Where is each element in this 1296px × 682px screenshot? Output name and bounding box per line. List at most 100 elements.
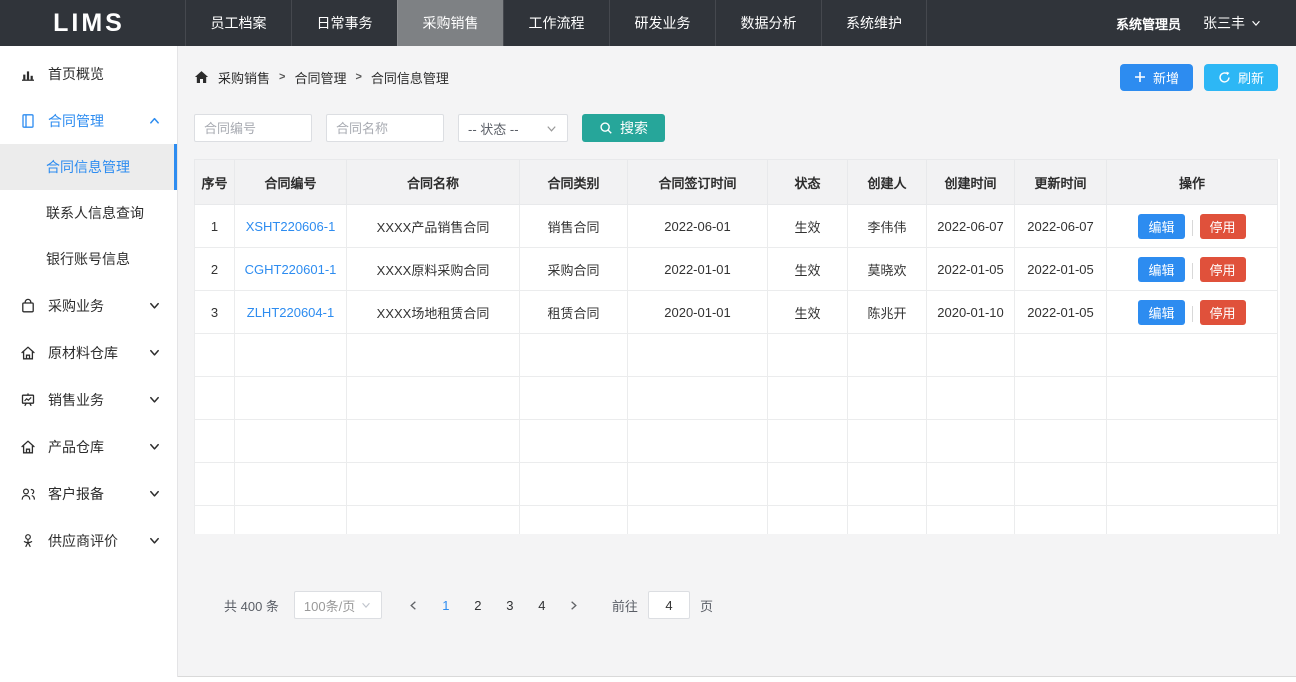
sidebar-item-3[interactable]: 采购业务 [0,282,177,329]
search-button-label: 搜索 [620,118,648,138]
table-header-row: 序号合同编号合同名称合同类别合同签订时间状态创建人创建时间更新时间操作 [195,160,1278,205]
disable-button[interactable]: 停用 [1200,300,1246,325]
cell-actions: 编辑停用 [1107,248,1278,291]
cell-created: 2020-01-10 [927,291,1015,334]
add-button[interactable]: 新增 [1120,64,1193,91]
page-button-3[interactable]: 3 [494,591,526,619]
chevron-box [148,346,161,359]
cell-status: 生效 [768,291,848,334]
sidebar-subitem-2-3[interactable]: 银行账号信息 [0,236,177,282]
prev-page-button[interactable] [398,591,430,619]
cell-contract-no: XSHT220606-1 [235,205,347,248]
edit-button[interactable]: 编辑 [1138,257,1184,282]
body-row: 首页概览合同管理合同信息管理联系人信息查询银行账号信息采购业务原材料仓库销售业务… [0,46,1296,677]
goto-page-input[interactable] [648,591,690,619]
edit-button[interactable]: 编辑 [1138,300,1184,325]
column-header-name: 合同名称 [347,160,520,205]
empty-cell [235,334,347,377]
nav-item-6[interactable]: 数据分析 [715,0,821,46]
empty-table-row [195,463,1278,506]
empty-cell [768,506,848,535]
contract-no-link[interactable]: ZLHT220604-1 [247,305,334,320]
warehouse-icon [20,345,36,361]
sidebar-item-label: 销售业务 [48,390,104,410]
app-logo: LIMS [0,0,178,46]
empty-cell [628,463,768,506]
chevron-down-icon [360,599,372,611]
chevron-box [148,440,161,453]
search-icon [599,121,613,135]
chevron-down-icon [148,534,161,547]
breadcrumb-item-1[interactable]: 采购销售 [218,68,270,87]
sidebar-item-5[interactable]: 销售业务 [0,376,177,423]
sidebar-subitem-2-2[interactable]: 联系人信息查询 [0,190,177,236]
sidebar-item-label: 客户报备 [48,484,104,504]
refresh-button[interactable]: 刷新 [1204,64,1278,91]
nav-item-4[interactable]: 工作流程 [503,0,609,46]
contract-no-input[interactable] [194,114,312,142]
empty-cell [628,334,768,377]
page-header: 采购销售>合同管理>合同信息管理 新增 刷新 [178,46,1296,91]
empty-cell [848,506,927,535]
sidebar-item-1[interactable]: 首页概览 [0,50,177,97]
nav-item-1[interactable]: 员工档案 [185,0,291,46]
empty-cell [768,463,848,506]
nav-item-2[interactable]: 日常事务 [291,0,397,46]
refresh-icon [1218,71,1231,84]
user-menu[interactable]: 张三丰 [1203,13,1262,33]
empty-cell [927,334,1015,377]
cell-updated: 2022-06-07 [1015,205,1107,248]
sidebar-subitem-2-1[interactable]: 合同信息管理 [0,144,177,190]
disable-button[interactable]: 停用 [1200,257,1246,282]
sidebar-item-label: 原材料仓库 [48,343,118,363]
user-name: 张三丰 [1203,13,1245,33]
sidebar-item-2[interactable]: 合同管理 [0,97,177,144]
column-header-contract_no: 合同编号 [235,160,347,205]
edit-button[interactable]: 编辑 [1138,214,1184,239]
empty-cell [848,420,927,463]
contract-no-link[interactable]: CGHT220601-1 [245,262,337,277]
empty-cell [195,463,235,506]
empty-cell [195,334,235,377]
empty-cell [927,463,1015,506]
next-page-button[interactable] [558,591,590,619]
page-button-4[interactable]: 4 [526,591,558,619]
breadcrumb-item-3[interactable]: 合同信息管理 [371,68,449,87]
empty-cell [768,377,848,420]
cell-creator: 莫晓欢 [848,248,927,291]
search-button[interactable]: 搜索 [582,114,665,142]
status-select[interactable]: -- 状态 -- [458,114,568,142]
goto-suffix: 页 [700,596,713,615]
empty-cell [195,420,235,463]
disable-button[interactable]: 停用 [1200,214,1246,239]
empty-cell [520,420,628,463]
contract-no-link[interactable]: XSHT220606-1 [246,219,336,234]
empty-cell [927,506,1015,535]
breadcrumb-item-2[interactable]: 合同管理 [294,68,346,87]
sidebar-item-8[interactable]: 供应商评价 [0,517,177,564]
cell-creator: 陈兆开 [848,291,927,334]
empty-cell [1015,420,1107,463]
cell-status: 生效 [768,248,848,291]
cell-created: 2022-01-05 [927,248,1015,291]
sidebar-item-7[interactable]: 客户报备 [0,470,177,517]
sidebar-item-4[interactable]: 原材料仓库 [0,329,177,376]
empty-cell [1107,377,1278,420]
contract-name-input[interactable] [326,114,444,142]
contract-icon [20,113,36,129]
sidebar-item-6[interactable]: 产品仓库 [0,423,177,470]
column-header-sign_date: 合同签订时间 [628,160,768,205]
page-numbers: 1234 [430,591,558,619]
plus-icon [1134,71,1146,83]
page-button-2[interactable]: 2 [462,591,494,619]
add-button-label: 新增 [1153,68,1179,87]
page-size-select[interactable]: 100条/页 [294,591,382,619]
page-button-1[interactable]: 1 [430,591,462,619]
empty-cell [520,463,628,506]
nav-item-3[interactable]: 采购销售 [397,0,503,46]
column-header-index: 序号 [195,160,235,205]
cell-index: 1 [195,205,235,248]
nav-item-5[interactable]: 研发业务 [609,0,715,46]
cell-category: 销售合同 [520,205,628,248]
nav-item-7[interactable]: 系统维护 [821,0,927,46]
